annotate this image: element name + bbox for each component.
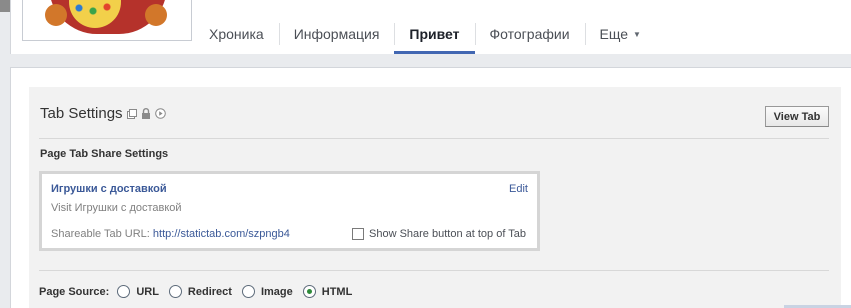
radio-button[interactable] [117, 285, 131, 298]
nav-tab-welcome[interactable]: Привет [394, 14, 475, 54]
section-divider [39, 270, 829, 271]
share-settings-heading: Page Tab Share Settings [40, 148, 169, 160]
section-divider [39, 138, 829, 139]
popout-icon[interactable] [126, 108, 137, 119]
visit-text: Visit Игрушки с доставкой [51, 202, 182, 214]
nav-tab-label: Привет [409, 26, 460, 42]
radio-label: HTML [321, 285, 353, 298]
profile-picture[interactable] [22, 0, 192, 41]
page-source-row: Page Source: URL Redirect Image HTML [39, 285, 362, 298]
page-source-option-image[interactable]: Image [241, 285, 293, 298]
toy-image-wheel [45, 4, 67, 26]
radio-label: URL [136, 285, 159, 298]
shareable-url-link[interactable]: http://statictab.com/szpngb4 [153, 228, 290, 240]
page-source-label: Page Source: [39, 285, 110, 298]
view-tab-button[interactable]: View Tab [765, 106, 829, 127]
radio-label: Image [260, 285, 293, 298]
show-share-button-checkbox[interactable] [352, 228, 364, 240]
nav-tab-more[interactable]: Еще ▼ [584, 14, 656, 54]
page-source-option-redirect[interactable]: Redirect [168, 285, 232, 298]
app-name-link[interactable]: Игрушки с доставкой [51, 183, 167, 195]
nav-tab-label: Хроника [209, 26, 264, 42]
show-share-button-label[interactable]: Show Share button at top of Tab [369, 228, 526, 240]
tab-settings-heading: Tab Settings [40, 105, 166, 122]
tab-settings-title: Tab Settings [40, 105, 123, 122]
nav-tab-timeline[interactable]: Хроника [194, 14, 279, 54]
page-source-option-html[interactable]: HTML [302, 285, 353, 298]
shareable-url-row: Shareable Tab URL: http://statictab.com/… [51, 228, 290, 240]
nav-tab-label: Информация [293, 26, 380, 42]
page-source-option-url[interactable]: URL [117, 285, 159, 298]
nav-tab-label: Еще [599, 26, 629, 42]
lock-icon[interactable] [141, 108, 151, 119]
radio-button[interactable] [302, 285, 316, 298]
edit-link[interactable]: Edit [509, 183, 528, 195]
play-icon[interactable] [154, 108, 166, 119]
nav-tab-photos[interactable]: Фотографии [474, 14, 585, 54]
shareable-url-label: Shareable Tab URL: [51, 228, 153, 240]
toy-image-dots [73, 2, 117, 16]
radio-button[interactable] [241, 285, 255, 298]
toy-image-wheel [145, 4, 167, 26]
nav-tab-label: Фотографии [489, 26, 570, 42]
caret-down-icon: ▼ [633, 29, 641, 39]
radio-button[interactable] [168, 285, 182, 298]
page-nav-tabs: Хроника Информация Привет Фотографии Еще… [194, 14, 656, 54]
page: Хроника Информация Привет Фотографии Еще… [0, 0, 851, 308]
nav-tab-info[interactable]: Информация [278, 14, 395, 54]
tab-settings-icons [126, 108, 166, 119]
radio-label: Redirect [187, 285, 232, 298]
